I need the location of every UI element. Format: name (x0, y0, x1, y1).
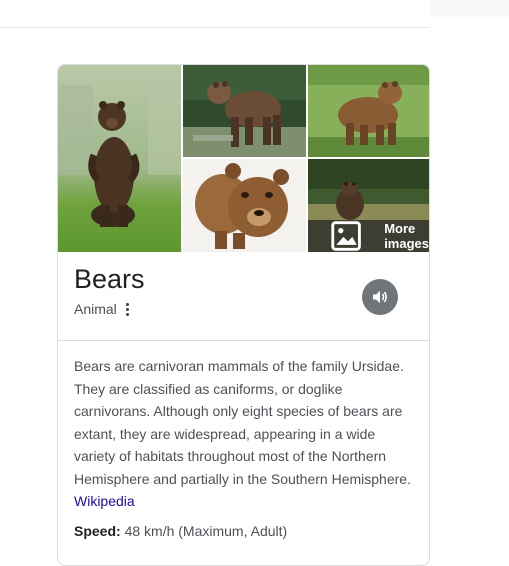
description-text: Bears are carnivoran mammals of the fami… (74, 358, 411, 487)
fact-value: 48 km/h (Maximum, Adult) (124, 523, 288, 539)
header-divider (0, 27, 430, 28)
subtitle-row: Animal (74, 301, 131, 317)
bear-image-grass[interactable] (308, 65, 429, 157)
more-images-label: More images (384, 221, 429, 251)
image-icon (331, 221, 361, 251)
pronunciation-audio-button[interactable] (362, 279, 398, 315)
bear-image-standing[interactable] (58, 65, 181, 252)
bear-image-face[interactable] (183, 159, 306, 252)
bear-image-field[interactable]: More images (308, 159, 429, 252)
side-shade (430, 0, 509, 17)
fact-row-speed: Speed: 48 km/h (Maximum, Adult) (74, 523, 287, 539)
speaker-icon (373, 291, 387, 303)
vertical-dots-icon[interactable] (125, 301, 131, 317)
title-section: Bears Animal (58, 252, 429, 341)
more-images-button[interactable]: More images (308, 220, 429, 252)
knowledge-panel: More images Bears Animal Bears are carni… (57, 64, 430, 566)
bear-image-walking[interactable] (183, 65, 306, 157)
description: Bears are carnivoran mammals of the fami… (74, 355, 414, 513)
fact-label: Speed: (74, 523, 121, 539)
entity-type: Animal (74, 301, 117, 317)
wikipedia-link[interactable]: Wikipedia (74, 493, 135, 509)
image-gallery: More images (58, 65, 429, 252)
page-title: Bears (74, 264, 145, 294)
